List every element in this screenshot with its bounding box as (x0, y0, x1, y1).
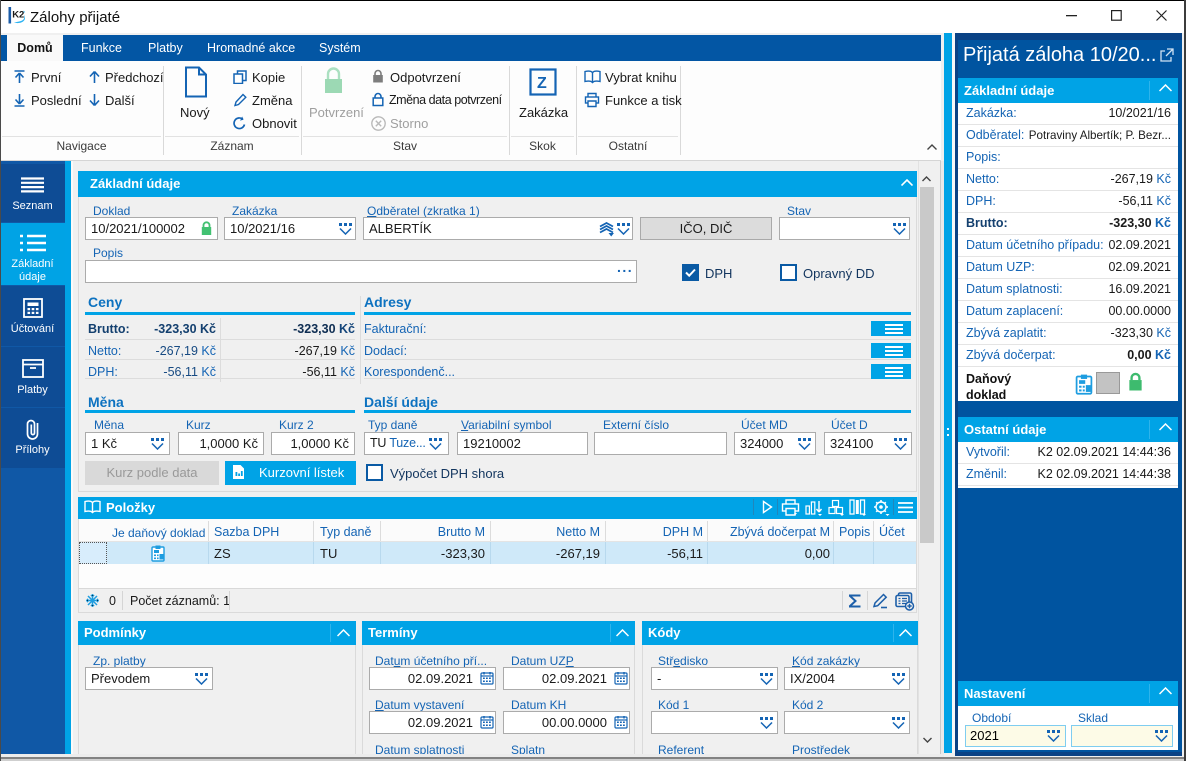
svg-text:K2: K2 (12, 10, 24, 21)
svg-text:Z: Z (537, 75, 547, 92)
